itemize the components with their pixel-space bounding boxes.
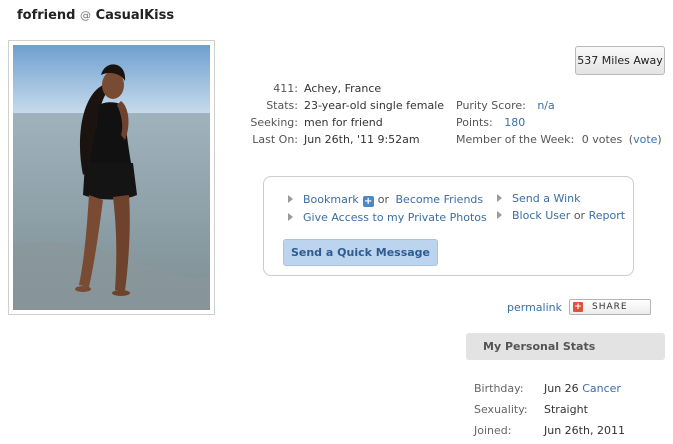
last-on-value: Jun 26th, '11 9:52am — [304, 133, 420, 146]
triangle-right-icon — [288, 213, 293, 221]
beach-photo-image — [13, 45, 210, 310]
birthday-label: Birthday: — [474, 382, 524, 395]
purity-score-row: Purity Score: n/a — [456, 97, 662, 114]
location-label: 411: — [273, 82, 298, 95]
points-value[interactable]: 180 — [504, 116, 525, 129]
info-values: Achey, France 23-year-old single female … — [304, 80, 444, 148]
zodiac-link[interactable]: Cancer — [582, 382, 621, 395]
profile-photo-frame[interactable] — [8, 40, 215, 315]
location-value: Achey, France — [304, 82, 382, 95]
wink-row: Send a Wink — [497, 192, 580, 205]
bookmark-row: Bookmark + or Become Friends — [288, 193, 483, 207]
personal-stats-labels: Birthday: Sexuality: Joined: — [474, 378, 528, 441]
block-user-link[interactable]: Block User — [512, 209, 570, 222]
at-sign: @ — [80, 9, 92, 22]
share-button[interactable]: + SHARE — [569, 299, 651, 315]
triangle-right-icon — [497, 211, 502, 219]
purity-score-value[interactable]: n/a — [537, 99, 554, 112]
private-photos-row: Give Access to my Private Photos — [288, 211, 487, 224]
personal-stats-header[interactable]: My Personal Stats — [466, 333, 665, 360]
distance-button[interactable]: 537 Miles Away — [575, 46, 665, 75]
member-of-week-votes: 0 votes — [581, 133, 623, 146]
paren-close: ) — [657, 133, 662, 146]
points-row: Points: 180 — [456, 114, 662, 131]
purity-score-label: Purity Score: — [456, 99, 526, 112]
sexuality-value: Straight — [544, 403, 588, 416]
page-title: fofriend @ CasualKiss — [17, 8, 174, 23]
member-of-week-label: Member of the Week: — [456, 133, 575, 146]
profile-photo[interactable] — [13, 45, 210, 310]
share-icon: + — [573, 302, 583, 312]
personal-stats-values: Jun 26 Cancer Straight Jun 26th, 2011 — [544, 378, 625, 441]
send-wink-link[interactable]: Send a Wink — [512, 192, 580, 205]
info-labels: 411: Stats: Seeking: Last On: — [230, 80, 298, 148]
score-stats: Purity Score: n/a Points: 180 Member of … — [456, 97, 662, 148]
points-label: Points: — [456, 116, 493, 129]
send-quick-message-button[interactable]: Send a Quick Message — [283, 239, 438, 266]
share-label: SHARE — [592, 302, 628, 312]
actions-box: Bookmark + or Become Friends Give Access t… — [263, 176, 634, 276]
vote-link[interactable]: vote — [633, 133, 657, 146]
joined-label: Joined: — [474, 424, 512, 437]
become-friends-link[interactable]: Become Friends — [396, 193, 484, 206]
report-link[interactable]: Report — [589, 209, 625, 222]
member-of-week-row: Member of the Week: 0 votes (vote) — [456, 131, 662, 148]
seeking-label: Seeking: — [250, 116, 298, 129]
username: fofriend — [17, 8, 76, 23]
block-row: Block User or Report — [497, 209, 625, 222]
site-name: CasualKiss — [95, 8, 175, 23]
stats-value: 23-year-old single female — [304, 99, 445, 112]
sexuality-label: Sexuality: — [474, 403, 528, 416]
seeking-value: men for friend — [304, 116, 383, 129]
joined-value: Jun 26th, 2011 — [544, 424, 625, 437]
bookmark-link[interactable]: Bookmark — [303, 193, 359, 206]
birthday-value: Jun 26 — [544, 382, 579, 395]
plus-icon[interactable]: + — [362, 196, 374, 207]
give-access-link[interactable]: Give Access to my Private Photos — [303, 211, 487, 224]
permalink-link[interactable]: permalink — [507, 301, 562, 314]
or-text: or — [573, 209, 586, 222]
last-on-label: Last On: — [252, 133, 298, 146]
stats-label: Stats: — [266, 99, 298, 112]
birthday-row: Jun 26 Cancer — [544, 378, 625, 399]
triangle-right-icon — [288, 195, 293, 203]
or-text: or — [377, 193, 389, 206]
triangle-right-icon — [497, 194, 502, 202]
